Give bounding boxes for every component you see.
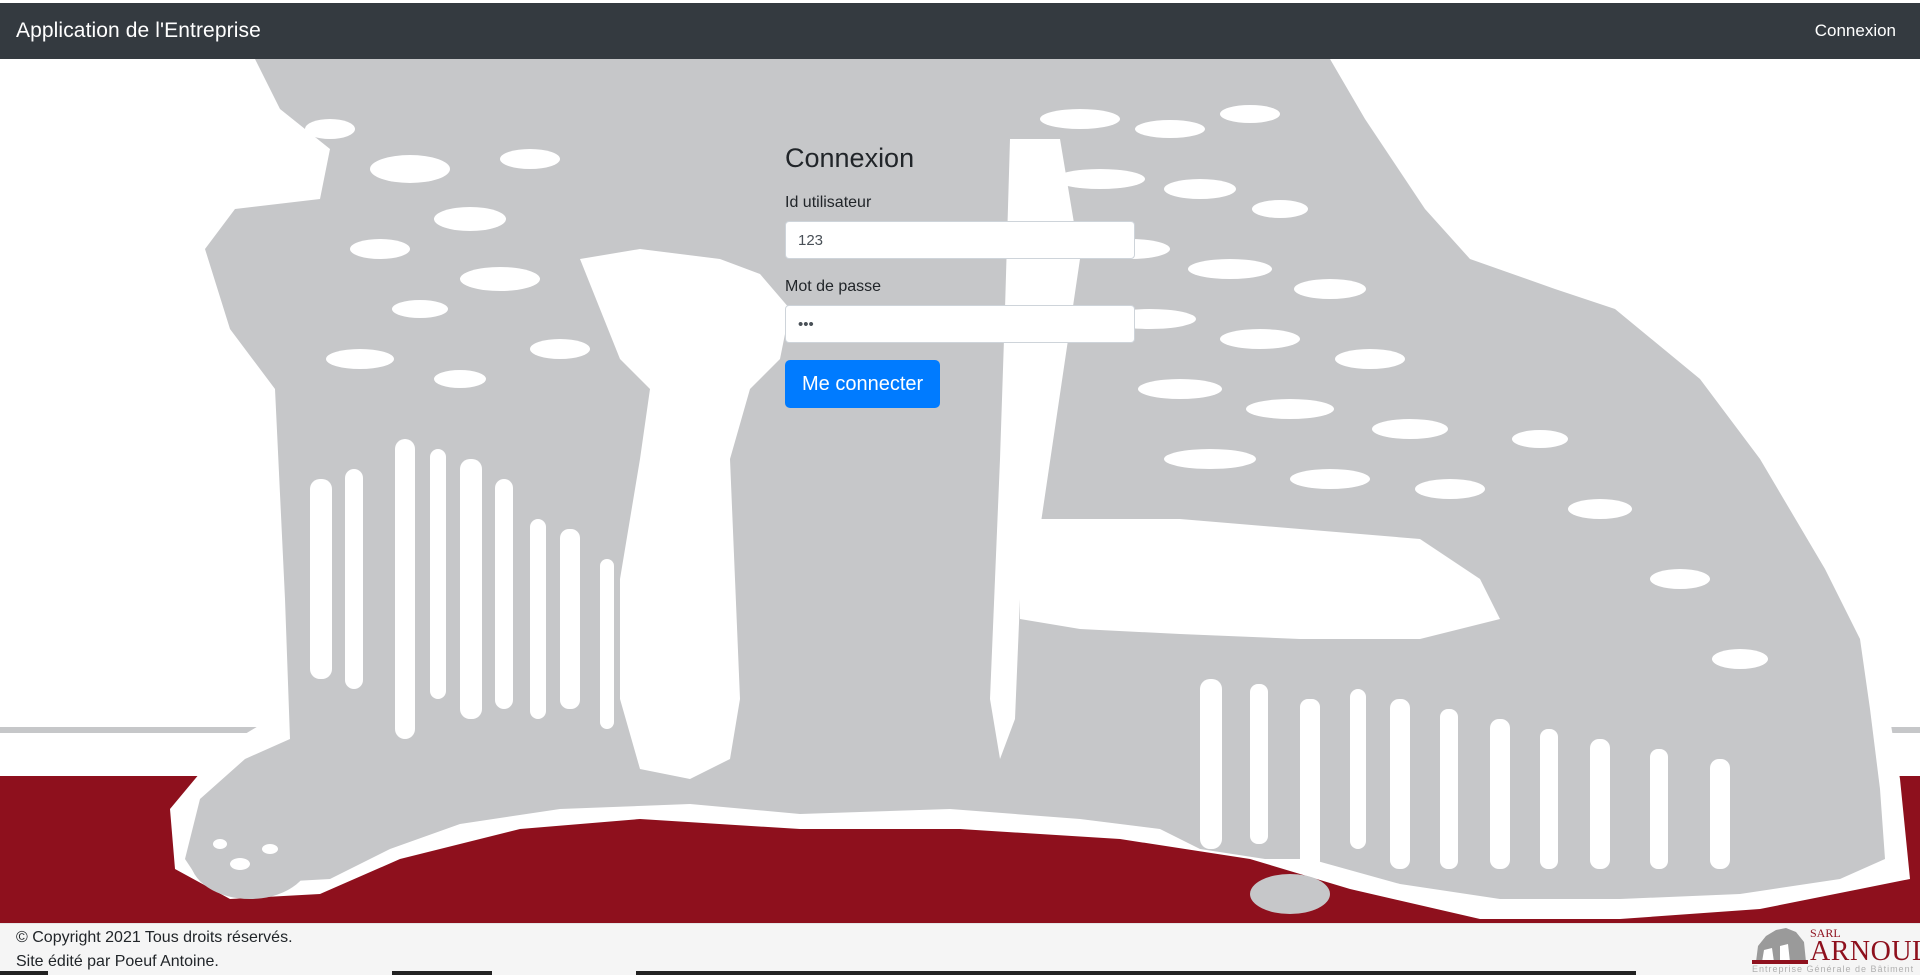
navbar-brand[interactable]: Application de l'Entreprise	[16, 19, 261, 43]
house-logo-icon	[1752, 928, 1808, 964]
footer: © Copyright 2021 Tous droits réservés. S…	[0, 923, 1920, 975]
login-submit-button[interactable]: Me connecter	[785, 360, 941, 408]
user-id-input[interactable]	[785, 221, 1135, 259]
password-label: Mot de passe	[785, 278, 882, 295]
company-logo: SARL ARNOULT Entreprise Générale de Bâti…	[1750, 926, 1920, 974]
login-title: Connexion	[785, 143, 915, 173]
footer-copyright: © Copyright 2021 Tous droits réservés.	[16, 929, 293, 946]
taskbar-segment	[392, 971, 492, 975]
navbar: Application de l'Entreprise Connexion	[0, 3, 1920, 59]
hero-background: Connexion Id utilisateur Mot de passe Me…	[0, 59, 1920, 923]
password-input[interactable]	[785, 305, 1135, 343]
footer-credit: Site édité par Poeuf Antoine.	[16, 953, 219, 970]
taskbar-segment	[0, 971, 48, 975]
login-form: Connexion Id utilisateur Mot de passe Me…	[785, 141, 1137, 408]
nav-login-link[interactable]: Connexion	[1815, 21, 1896, 41]
logo-name-text: ARNOULT	[1810, 936, 1920, 967]
taskbar-segment	[636, 971, 1636, 975]
user-id-label: Id utilisateur	[785, 194, 872, 211]
logo-tagline-text: Entreprise Générale de Bâtiment	[1752, 964, 1915, 974]
